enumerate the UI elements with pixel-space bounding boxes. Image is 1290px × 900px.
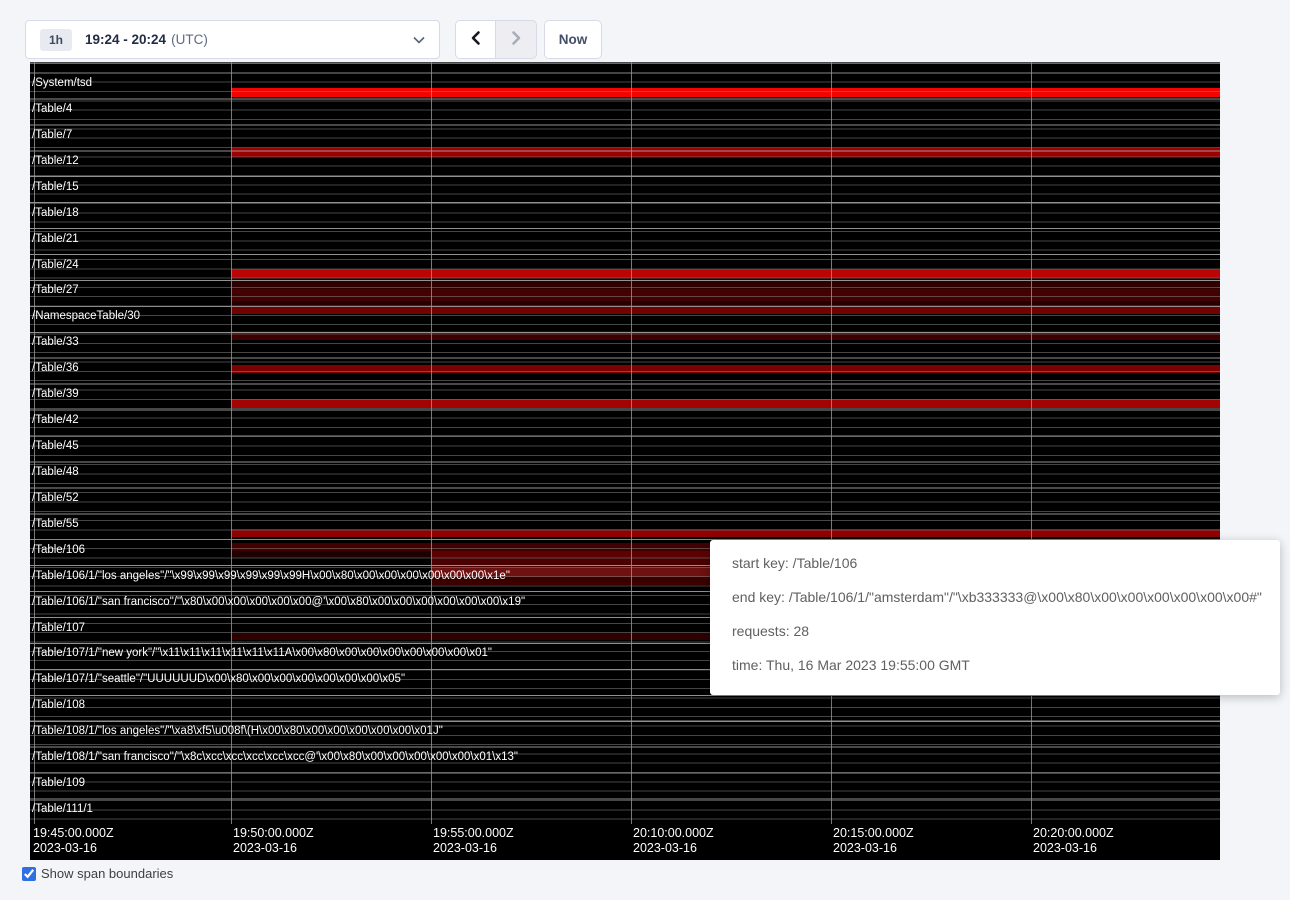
row-labels-layer: /System/tsd/Table/4/Table/7/Table/12/Tab… <box>30 62 1220 824</box>
key-visualizer-heatmap[interactable]: /System/tsd/Table/4/Table/7/Table/12/Tab… <box>30 62 1220 860</box>
row-label: /Table/109 <box>32 776 85 790</box>
row-label: /Table/18 <box>32 206 79 220</box>
row-label: /Table/107/1/"seattle"/"UUUUUUD\x00\x80\… <box>32 672 405 686</box>
row-label: /Table/48 <box>32 465 79 479</box>
chevron-left-icon <box>469 30 483 49</box>
axis-tick: 20:10:00.000Z2023-03-16 <box>633 826 714 856</box>
row-label: /Table/106 <box>32 543 85 557</box>
row-label: /Table/106/1/"los angeles"/"\x99\x99\x99… <box>32 569 510 583</box>
time-range-timezone: (UTC) <box>171 32 208 47</box>
span-boundaries-label: Show span boundaries <box>41 866 173 881</box>
row-label: /Table/106/1/"san francisco"/"\x80\x00\x… <box>32 595 525 609</box>
row-label: /Table/7 <box>32 128 72 142</box>
row-label: /Table/42 <box>32 413 79 427</box>
axis-tick: 19:50:00.000Z2023-03-16 <box>233 826 314 856</box>
axis-tick: 19:45:00.000Z2023-03-16 <box>33 826 114 856</box>
tooltip-start-key: start key: /Table/106 <box>732 553 1258 573</box>
chevron-right-icon <box>509 30 523 49</box>
row-label: /System/tsd <box>32 76 92 90</box>
row-label: /Table/39 <box>32 387 79 401</box>
row-label: /Table/107/1/"new york"/"\x11\x11\x11\x1… <box>32 646 492 660</box>
row-label: /Table/45 <box>32 439 79 453</box>
row-label: /Table/12 <box>32 154 79 168</box>
time-range-badge: 1h <box>40 29 72 51</box>
row-label: /Table/108/1/"los angeles"/"\xa8\xf5\u00… <box>32 724 443 738</box>
row-label: /NamespaceTable/30 <box>32 309 140 323</box>
row-label: /Table/4 <box>32 102 72 116</box>
bucket-tooltip: start key: /Table/106 end key: /Table/10… <box>710 540 1280 695</box>
time-range-dropdown[interactable]: 1h 19:24 - 20:24 (UTC) <box>25 20 440 59</box>
row-label: /Table/27 <box>32 283 79 297</box>
prev-time-button[interactable] <box>455 20 496 59</box>
axis-tick: 20:15:00.000Z2023-03-16 <box>833 826 914 856</box>
time-nav-button-group <box>455 20 537 59</box>
row-label: /Table/33 <box>32 335 79 349</box>
axis-tick: 19:55:00.000Z2023-03-16 <box>433 826 514 856</box>
span-boundaries-checkbox[interactable] <box>22 867 36 881</box>
chevron-down-icon <box>413 36 425 44</box>
next-time-button[interactable] <box>496 20 537 59</box>
row-label: /Table/108/1/"san francisco"/"\x8c\xcc\x… <box>32 750 518 764</box>
tooltip-end-key: end key: /Table/106/1/"amsterdam"/"\xb33… <box>732 587 1258 607</box>
tooltip-time: time: Thu, 16 Mar 2023 19:55:00 GMT <box>732 655 1258 675</box>
row-label: /Table/52 <box>32 491 79 505</box>
time-range-text: 19:24 - 20:24 <box>85 32 166 47</box>
row-label: /Table/108 <box>32 698 85 712</box>
row-label: /Table/24 <box>32 258 79 272</box>
row-label: /Table/107 <box>32 621 85 635</box>
now-button[interactable]: Now <box>544 20 602 59</box>
axis-tick: 20:20:00.000Z2023-03-16 <box>1033 826 1114 856</box>
row-label: /Table/15 <box>32 180 79 194</box>
row-label: /Table/36 <box>32 361 79 375</box>
time-axis: 19:45:00.000Z2023-03-16 19:50:00.000Z2023… <box>30 826 1220 860</box>
tooltip-requests: requests: 28 <box>732 621 1258 641</box>
footer-controls: Show span boundaries <box>22 866 173 881</box>
row-label: /Table/21 <box>32 232 79 246</box>
row-label: /Table/55 <box>32 517 79 531</box>
row-label: /Table/111/1 <box>32 802 93 816</box>
